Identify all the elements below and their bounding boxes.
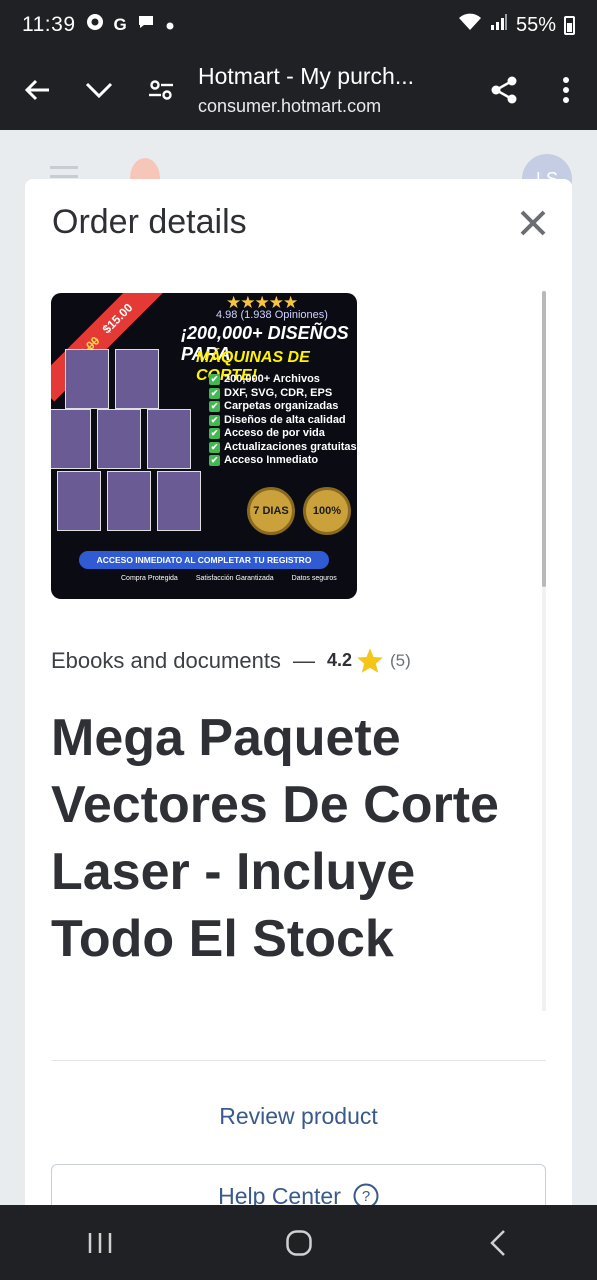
recent-apps-icon[interactable] (60, 1213, 140, 1273)
dot-icon (165, 14, 175, 37)
modal-scroll-area[interactable]: $39.00 $15.00 ★★★★★ 4.98 (1.938 Opinione… (51, 293, 547, 1013)
guarantee-seal: 100% (303, 487, 351, 535)
image-bullet: Acceso de por vida (209, 427, 357, 441)
browser-toolbar: Hotmart - My purch... consumer.hotmart.c… (0, 50, 597, 130)
review-count: (5) (389, 650, 411, 670)
status-time: 11:39 (22, 13, 76, 36)
trust-badge: Datos seguros (291, 575, 337, 582)
product-title: Mega Paquete Vectores De Corte Laser - I… (51, 709, 499, 968)
url-host: consumer.hotmart.com (198, 96, 382, 116)
trust-badge: Compra Protegida (121, 575, 178, 582)
image-bullet: Actualizaciones gratuitas (209, 441, 357, 455)
page-title: Hotmart - My purch... (198, 63, 414, 89)
image-bullet-list: 200,000+ Archivos DXF, SVG, CDR, EPS Car… (209, 373, 357, 468)
back-arrow-icon[interactable] (6, 60, 68, 120)
image-bullet: Diseños de alta calidad (209, 414, 357, 428)
google-icon: G (113, 15, 127, 34)
modal-scrollbar[interactable] (542, 291, 546, 1011)
modal-title: Order details (52, 203, 247, 241)
divider (51, 1060, 546, 1061)
image-cta-banner: ACCESO INMEDIATO AL COMPLETAR TU REGISTR… (79, 551, 329, 569)
status-bar: 11:39 G 55% (0, 0, 597, 50)
system-nav-bar (0, 1205, 597, 1280)
chevron-down-icon[interactable] (68, 60, 130, 120)
order-details-modal: Order details $39.00 $15.00 ★★★★★ 4.98 (… (25, 179, 572, 1219)
new-price: $15.00 (99, 300, 136, 337)
image-rating-text: 4.98 (1.938 Opiniones) (216, 309, 328, 321)
guarantee-seal: 7 DIAS (247, 487, 295, 535)
meta-separator: — (292, 647, 315, 673)
url-bar[interactable]: Hotmart - My purch... consumer.hotmart.c… (192, 63, 473, 117)
image-bullet: Carpetas organizadas (209, 400, 357, 414)
image-bullet: DXF, SVG, CDR, EPS (209, 387, 357, 401)
image-bullet: Acceso Inmediato (209, 454, 357, 468)
product-tiles-collage (51, 349, 207, 539)
close-icon[interactable] (515, 205, 551, 241)
share-icon[interactable] (473, 60, 535, 120)
home-icon[interactable] (259, 1213, 339, 1273)
battery-percent: 55% (515, 13, 556, 36)
star-icon (356, 647, 384, 674)
scrollbar-thumb[interactable] (542, 291, 546, 587)
review-product-link[interactable]: Review product (25, 1103, 572, 1130)
battery-icon (564, 15, 575, 35)
chrome-icon (86, 13, 104, 37)
trust-badge: Satisfacción Garantizada (195, 575, 274, 582)
wifi-icon (458, 13, 482, 37)
back-nav-icon[interactable] (458, 1213, 538, 1273)
page-settings-icon[interactable] (130, 60, 192, 120)
signal-icon (490, 13, 508, 37)
product-image: $39.00 $15.00 ★★★★★ 4.98 (1.938 Opinione… (51, 293, 357, 599)
more-options-icon[interactable] (535, 60, 597, 120)
image-bullet: 200,000+ Archivos (209, 373, 357, 387)
svg-text:?: ? (362, 1188, 370, 1205)
chat-icon (137, 13, 155, 37)
trust-badges: Compra Protegida Satisfacción Garantizad… (121, 575, 337, 583)
product-category: Ebooks and documents (51, 647, 281, 673)
product-rating: 4.2 (326, 650, 352, 670)
product-meta-row: Ebooks and documents — 4.2 (5) (51, 647, 411, 674)
